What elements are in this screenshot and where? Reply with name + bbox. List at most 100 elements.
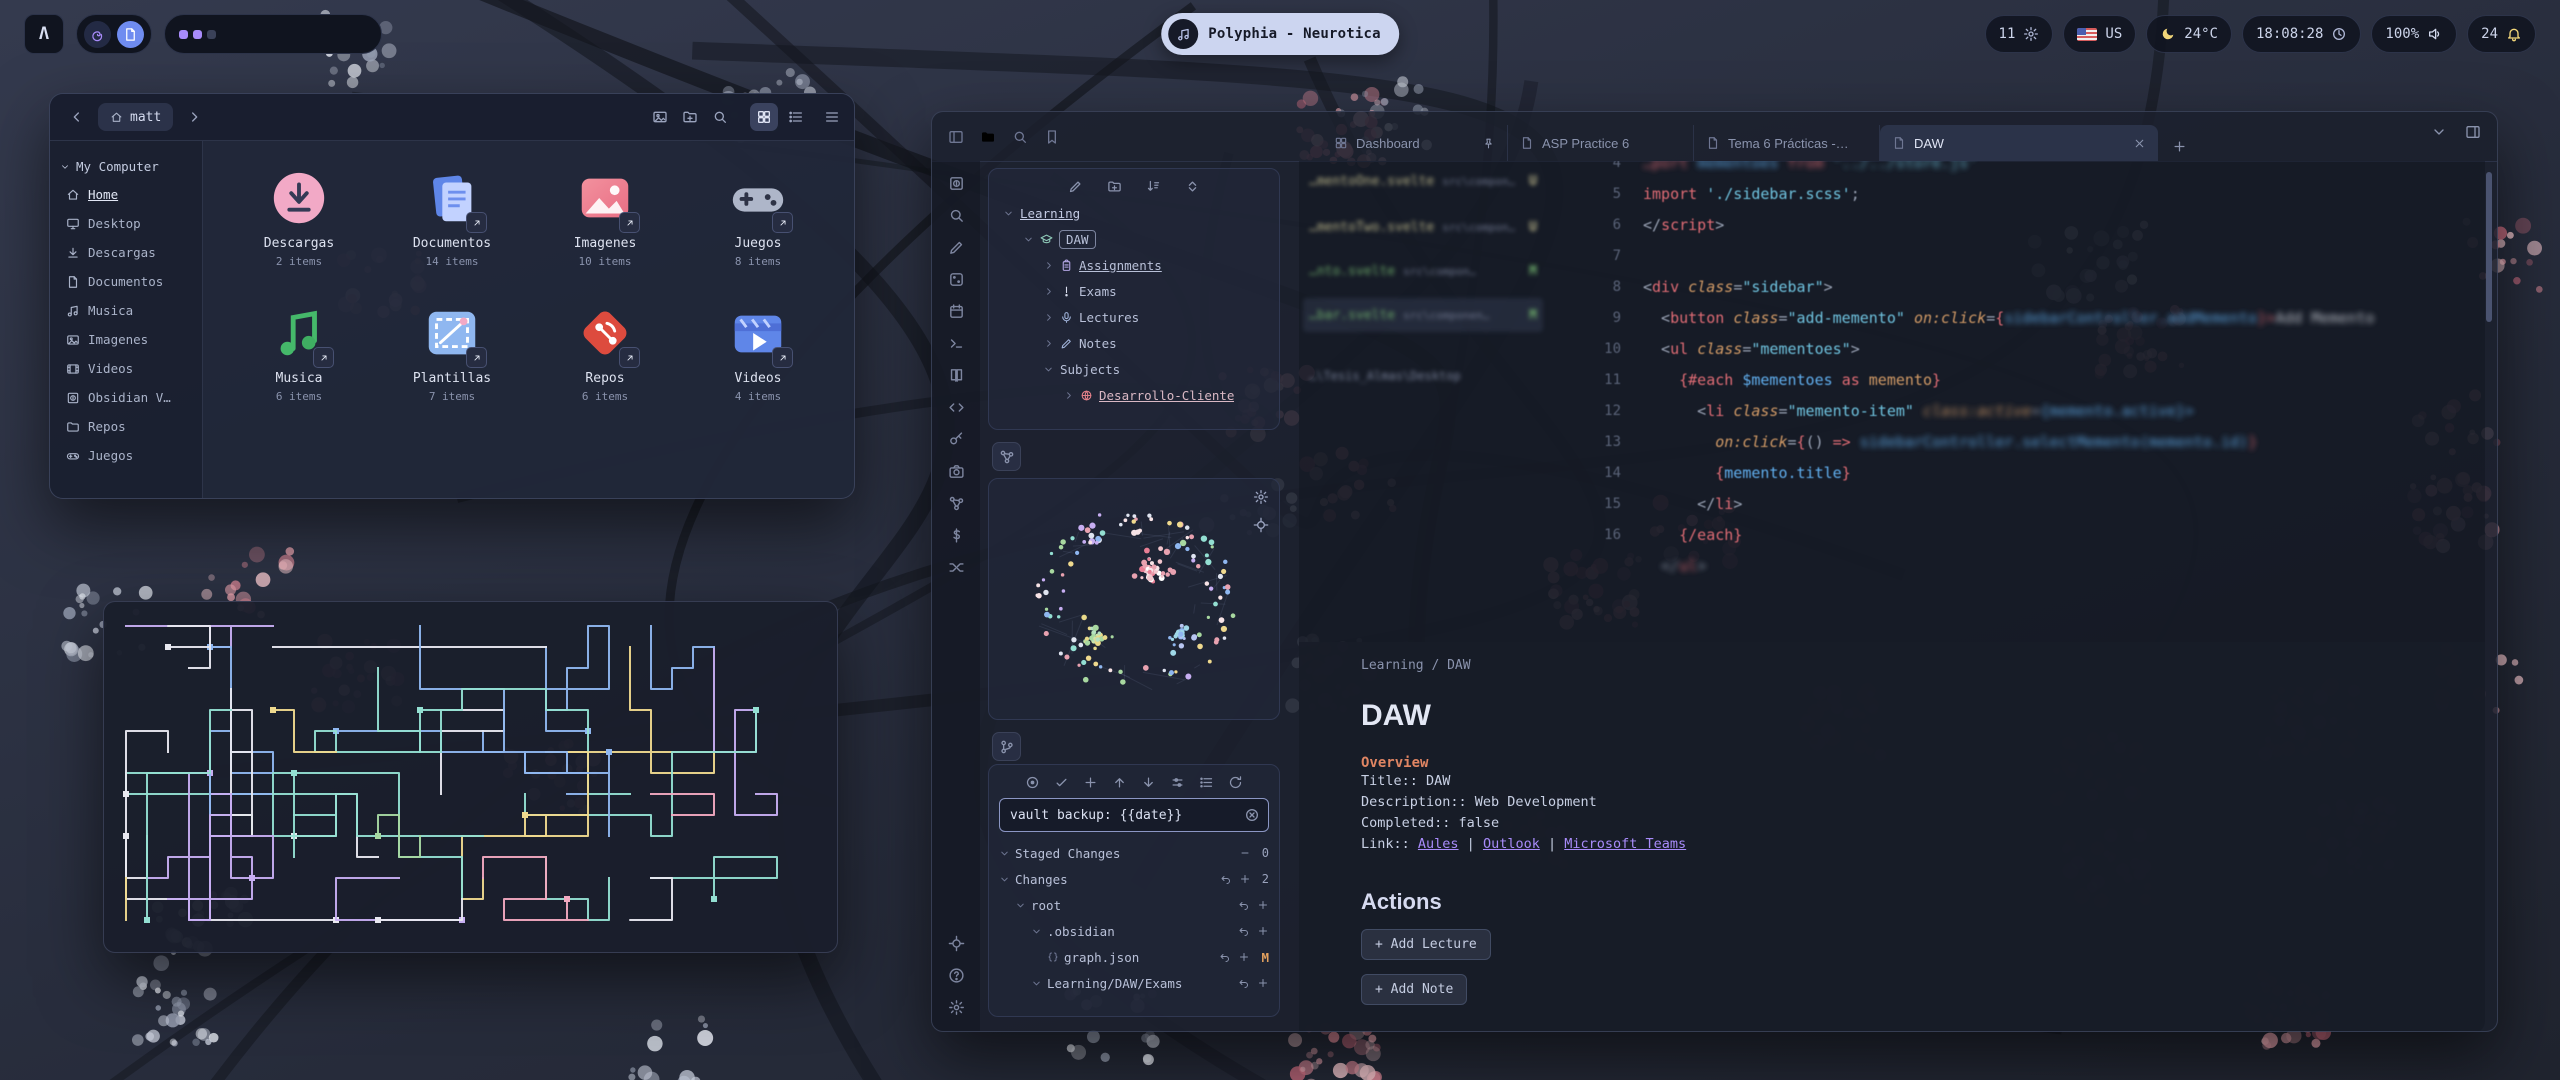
status-module-keyboard-layout[interactable]: US bbox=[2063, 15, 2136, 53]
status-module-weather[interactable]: 24°C bbox=[2146, 15, 2232, 53]
sidebar-item-imagenes[interactable]: Imagenes bbox=[50, 325, 202, 354]
location-breadcrumb[interactable]: matt bbox=[98, 103, 173, 131]
menu-icon[interactable] bbox=[824, 109, 840, 125]
ribbon-codeI-icon[interactable] bbox=[948, 399, 965, 416]
ribbon-network-icon[interactable] bbox=[948, 495, 965, 512]
commit-message-input[interactable] bbox=[1008, 807, 1238, 824]
sidebar-item-home[interactable]: Home bbox=[50, 180, 202, 209]
toggle-left-sidebar-icon[interactable] bbox=[948, 129, 964, 145]
git-dnArr-icon[interactable] bbox=[1141, 775, 1156, 790]
plus-action-icon[interactable] bbox=[1239, 873, 1251, 885]
tree-item-assignments[interactable]: Assignments bbox=[989, 252, 1279, 278]
workspace-indicator[interactable] bbox=[179, 30, 188, 39]
status-module-clock[interactable]: 18:08:28 bbox=[2242, 15, 2361, 53]
chevron-down-icon[interactable] bbox=[1031, 978, 1042, 989]
undo-action-icon[interactable] bbox=[1238, 925, 1250, 937]
note-link-aules[interactable]: Aules bbox=[1418, 836, 1459, 852]
folder-tile-imagenes[interactable]: Imagenes10 items bbox=[529, 167, 682, 268]
launcher-swirl-icon[interactable] bbox=[84, 21, 111, 48]
note-link-microsoft-teams[interactable]: Microsoft Teams bbox=[1564, 836, 1686, 852]
ribbon-calendar-icon[interactable] bbox=[948, 303, 965, 320]
folder-tile-plantillas[interactable]: Plantillas7 items bbox=[376, 302, 529, 403]
tree-item-lectures[interactable]: Lectures bbox=[989, 304, 1279, 330]
status-module-volume[interactable]: 100% bbox=[2371, 15, 2457, 53]
sidebar-section-my-computer[interactable]: My Computer bbox=[50, 153, 202, 180]
list-view-button[interactable] bbox=[782, 103, 810, 131]
chevron-right-icon[interactable] bbox=[1043, 312, 1054, 323]
ribbon-shuffle-icon[interactable] bbox=[948, 559, 965, 576]
chevron-right-icon[interactable] bbox=[1043, 338, 1054, 349]
chevron-down-icon[interactable] bbox=[1031, 926, 1042, 937]
sidebar-item-documentos[interactable]: Documentos bbox=[50, 267, 202, 296]
chevron-down-icon[interactable] bbox=[999, 848, 1010, 859]
git-sliders-icon[interactable] bbox=[1170, 775, 1185, 790]
preview-icon[interactable] bbox=[652, 109, 668, 125]
sidebar-item-juegos[interactable]: Juegos bbox=[50, 441, 202, 470]
tab-tema-6-pr-cticas-[interactable]: Tema 6 Prácticas -… bbox=[1694, 125, 1880, 161]
ribbon-search-icon[interactable] bbox=[948, 207, 965, 224]
git-row-staged-changes[interactable]: Staged Changes0 bbox=[989, 840, 1279, 866]
sidebar-item-videos[interactable]: Videos bbox=[50, 354, 202, 383]
git-pane-tab-icon[interactable] bbox=[992, 732, 1021, 761]
git-row-graph-json[interactable]: graph.jsonM bbox=[989, 944, 1279, 970]
tree-item-daw[interactable]: DAW bbox=[989, 226, 1279, 252]
tab-dashboard[interactable]: Dashboard bbox=[1322, 125, 1508, 161]
toggle-right-sidebar-icon[interactable] bbox=[2465, 124, 2481, 140]
scrollbar[interactable] bbox=[2486, 172, 2492, 322]
files-panel-icon[interactable] bbox=[980, 129, 996, 145]
tree-item-exams[interactable]: Exams bbox=[989, 278, 1279, 304]
action-button--add-lecture[interactable]: + Add Lecture bbox=[1361, 929, 1491, 960]
folder-tile-descargas[interactable]: Descargas2 items bbox=[223, 167, 376, 268]
plus-action-icon[interactable] bbox=[1257, 899, 1269, 911]
note-breadcrumb[interactable]: Learning / DAW bbox=[1361, 658, 2485, 673]
workspaces-pill[interactable] bbox=[164, 14, 382, 54]
ribbon-dollar-icon[interactable] bbox=[948, 527, 965, 544]
note-link-outlook[interactable]: Outlook bbox=[1483, 836, 1540, 852]
chevron-down-icon[interactable] bbox=[999, 874, 1010, 885]
sidebar-item-musica[interactable]: Musica bbox=[50, 296, 202, 325]
plus-action-icon[interactable] bbox=[1257, 977, 1269, 989]
new-folder-icon[interactable] bbox=[682, 109, 698, 125]
chevron-right-icon[interactable] bbox=[1063, 390, 1074, 401]
launcher-button[interactable]: Λ bbox=[24, 14, 64, 54]
ribbon-dice-icon[interactable] bbox=[948, 271, 965, 288]
ribbon-vault-icon[interactable] bbox=[948, 175, 965, 192]
explorer-folderPlus-icon[interactable] bbox=[1107, 179, 1122, 194]
workspace-indicator[interactable] bbox=[193, 30, 202, 39]
plus-action-icon[interactable] bbox=[1238, 951, 1250, 963]
chevron-right-icon[interactable] bbox=[1043, 286, 1054, 297]
tab-list-icon[interactable] bbox=[2431, 124, 2447, 140]
git-plus-icon[interactable] bbox=[1083, 775, 1098, 790]
ribbon-help-icon[interactable] bbox=[948, 967, 965, 984]
status-module-notifications[interactable]: 24 bbox=[2467, 15, 2536, 53]
graph-settings-icon[interactable] bbox=[1253, 489, 1269, 505]
grid-view-button[interactable] bbox=[750, 103, 778, 131]
chevron-right-icon[interactable] bbox=[1043, 260, 1054, 271]
now-playing-pill[interactable]: Polyphia - Neurotica bbox=[1161, 13, 1399, 55]
folder-tile-repos[interactable]: Repos6 items bbox=[529, 302, 682, 403]
graph-pane-tab-icon[interactable] bbox=[992, 442, 1021, 471]
launcher-files-icon[interactable] bbox=[117, 21, 144, 48]
bookmarks-panel-icon[interactable] bbox=[1044, 129, 1060, 145]
action-button--add-note[interactable]: + Add Note bbox=[1361, 974, 1467, 1005]
tab-asp-practice-6[interactable]: ASP Practice 6 bbox=[1508, 125, 1694, 161]
clear-message-icon[interactable] bbox=[1244, 807, 1260, 823]
tree-item-learning[interactable]: Learning bbox=[989, 200, 1279, 226]
git-row--obsidian[interactable]: .obsidian bbox=[989, 918, 1279, 944]
ribbon-camera-icon[interactable] bbox=[948, 463, 965, 480]
back-button[interactable] bbox=[64, 104, 90, 130]
chevron-down-icon[interactable] bbox=[1043, 364, 1054, 375]
workspace-indicator[interactable] bbox=[207, 30, 216, 39]
ribbon-pencil-icon[interactable] bbox=[948, 239, 965, 256]
chevron-down-icon[interactable] bbox=[1015, 900, 1026, 911]
tree-item-desarrollo-cliente[interactable]: Desarrollo-Cliente bbox=[989, 382, 1279, 408]
minus-action-icon[interactable] bbox=[1239, 847, 1251, 859]
git-row-changes[interactable]: Changes2 bbox=[989, 866, 1279, 892]
git-list-icon[interactable] bbox=[1199, 775, 1214, 790]
undo-action-icon[interactable] bbox=[1219, 951, 1231, 963]
folder-tile-musica[interactable]: Musica6 items bbox=[223, 302, 376, 403]
git-circleDot-icon[interactable] bbox=[1025, 775, 1040, 790]
sidebar-item-repos[interactable]: Repos bbox=[50, 412, 202, 441]
ribbon-book-icon[interactable] bbox=[948, 367, 965, 384]
chevron-down-icon[interactable] bbox=[1023, 234, 1034, 245]
